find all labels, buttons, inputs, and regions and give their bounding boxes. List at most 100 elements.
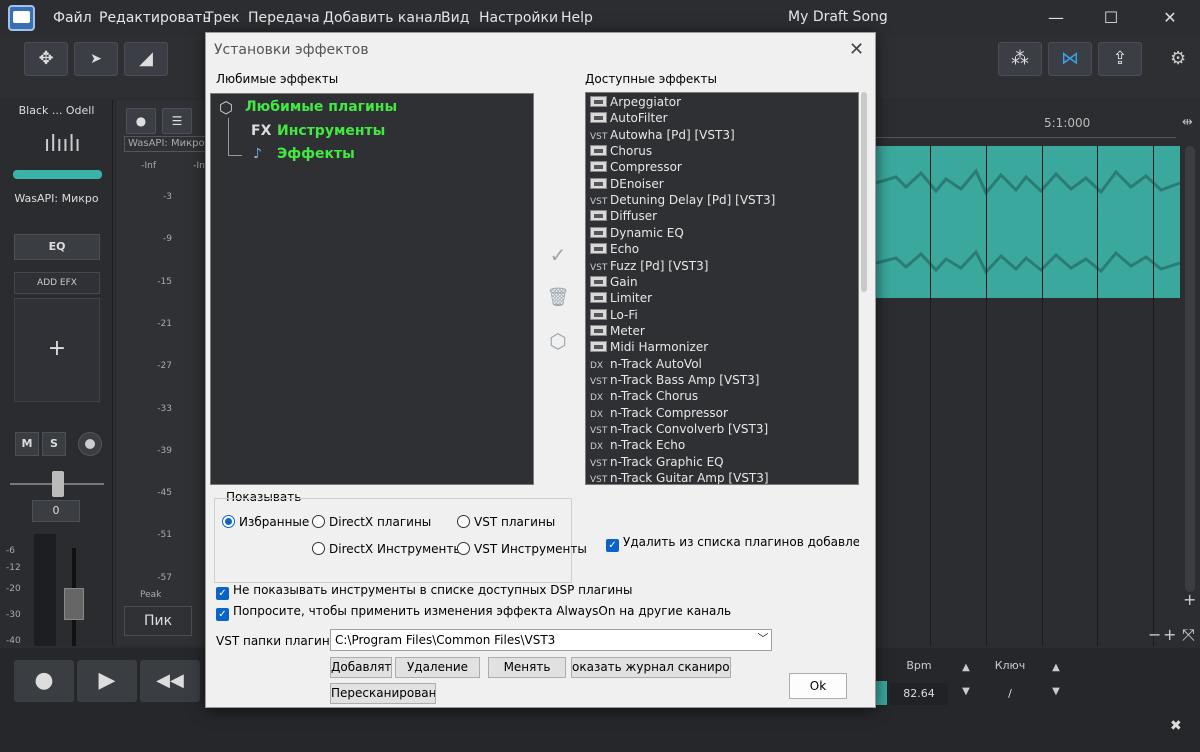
tree-root-favorites[interactable]: Любимые плагины bbox=[245, 99, 397, 115]
volume-fader-handle[interactable] bbox=[64, 588, 84, 620]
radio-dx-plugins[interactable]: DirectX плагины bbox=[312, 515, 431, 529]
move-tool-button[interactable]: ✥ bbox=[24, 42, 68, 76]
plugin-list-item[interactable]: Diffuser bbox=[590, 208, 852, 224]
plugin-list-item[interactable]: DX n-Track AutoVol bbox=[590, 356, 852, 372]
radio-vst-instruments[interactable]: VST Инструменты bbox=[457, 542, 587, 556]
pointer-tool-button[interactable]: ➤ bbox=[74, 42, 118, 76]
ask-alwayson-checkbox[interactable]: ✓ Попросите, чтобы применить изменения эф… bbox=[216, 604, 731, 621]
mixer-menu-button[interactable]: ☰ bbox=[162, 108, 192, 134]
menu-add-channel[interactable]: Добавить канал bbox=[323, 10, 442, 26]
record-button[interactable]: ● bbox=[14, 660, 74, 702]
radio-dx-instruments[interactable]: DirectX Инструменты bbox=[312, 542, 463, 556]
dialog-close-icon[interactable]: ✕ bbox=[849, 39, 864, 60]
trash-icon[interactable]: 🗑 bbox=[546, 287, 570, 308]
rescan-button[interactable]: Пересканирование bbox=[330, 683, 436, 704]
mixer-record-button[interactable]: ● bbox=[126, 108, 156, 134]
eq-button[interactable]: EQ bbox=[14, 234, 100, 260]
plugins-list-scrollbar[interactable] bbox=[861, 92, 867, 292]
change-button[interactable]: Менять bbox=[488, 657, 566, 678]
close-window-button[interactable]: ✕ bbox=[1158, 6, 1182, 30]
bpm-value[interactable]: 82.64 bbox=[890, 683, 948, 705]
zoom-in-vertical-icon[interactable]: + bbox=[1183, 590, 1196, 609]
plugin-list-item[interactable]: Chorus bbox=[590, 143, 852, 159]
vst-path-dropdown[interactable]: C:\Program Files\Common Files\VST3 bbox=[330, 629, 772, 651]
close-icon[interactable]: ✖ bbox=[1170, 718, 1182, 734]
plugin-list-item[interactable]: Compressor bbox=[590, 159, 852, 175]
plugin-list-item[interactable]: DEnoiser bbox=[590, 176, 852, 192]
tree-effects[interactable]: Эффекты bbox=[277, 146, 355, 162]
track-name[interactable]: Black ... Odell bbox=[0, 104, 113, 117]
record-arm-button[interactable] bbox=[78, 432, 102, 456]
add-effect-slot[interactable]: + bbox=[14, 298, 100, 402]
maximize-button[interactable]: ☐ bbox=[1099, 6, 1123, 30]
bpm-up-icon[interactable]: ▲ bbox=[955, 662, 977, 673]
solo-button[interactable]: S bbox=[42, 432, 66, 456]
radio-favorites[interactable]: Избранные bbox=[222, 515, 309, 529]
tree-instruments[interactable]: Инструменты bbox=[277, 123, 385, 139]
plugin-list-item[interactable]: AutoFilter bbox=[590, 110, 852, 126]
add-button[interactable]: Добавлять bbox=[330, 657, 392, 678]
hide-instruments-checkbox[interactable]: ✓ Не показывать инструменты в списке дост… bbox=[216, 583, 632, 600]
plugin-list-item[interactable]: Gain bbox=[590, 274, 852, 290]
menu-help[interactable]: Help bbox=[561, 10, 593, 26]
pan-slider-handle[interactable] bbox=[52, 471, 64, 497]
tuner-button[interactable]: ⁂ bbox=[998, 42, 1042, 76]
vertical-scrollbar[interactable] bbox=[1185, 146, 1195, 592]
plugin-list-item[interactable]: Lo-Fi bbox=[590, 307, 852, 323]
mute-button[interactable]: M bbox=[15, 432, 39, 456]
zoom-in-horizontal-icon[interactable]: + bbox=[1163, 625, 1176, 644]
show-scan-log-button[interactable]: оказать журнал сканировани bbox=[571, 657, 731, 678]
check-icon[interactable]: ✓ bbox=[546, 243, 570, 267]
menu-edit[interactable]: Редактировать bbox=[99, 10, 211, 26]
plugin-list-item[interactable]: VST n-Track Convolverb [VST3] bbox=[590, 421, 852, 437]
plugin-list-item[interactable]: Meter bbox=[590, 323, 852, 339]
radio-vst-plugins[interactable]: VST плагины bbox=[457, 515, 555, 529]
export-button[interactable]: ⇪ bbox=[1098, 42, 1142, 76]
menu-file[interactable]: Файл bbox=[53, 10, 92, 26]
minimize-button[interactable]: — bbox=[1044, 6, 1068, 30]
plugin-list-item[interactable]: VST Detuning Delay [Pd] [VST3] bbox=[590, 192, 852, 208]
favorites-tree[interactable]: ⬡ Любимые плагины FX Инструменты ♪ Эффек… bbox=[210, 93, 534, 485]
remove-button[interactable]: Удаление bbox=[395, 657, 480, 678]
box-icon[interactable]: ⬡ bbox=[546, 329, 570, 353]
key-up-icon[interactable]: ▲ bbox=[1045, 662, 1067, 673]
zoom-out-horizontal-icon[interactable]: − bbox=[1148, 625, 1161, 644]
plugin-list-item[interactable]: VST Autowha [Pd] [VST3] bbox=[590, 127, 852, 143]
menu-track[interactable]: Трек bbox=[205, 10, 240, 26]
rewind-button[interactable]: ◀◀ bbox=[140, 660, 200, 702]
plugin-list-item[interactable]: VST n-Track Bass Amp [VST3] bbox=[590, 372, 852, 388]
plugin-list-item[interactable]: DX n-Track Echo bbox=[590, 437, 852, 453]
plugin-list-item[interactable]: VST n-Track Graphic EQ bbox=[590, 454, 852, 470]
ok-button[interactable]: Ok bbox=[789, 673, 847, 699]
key-down-icon[interactable]: ▼ bbox=[1045, 686, 1067, 697]
chevron-down-icon[interactable]: ﹀ bbox=[754, 629, 772, 651]
track-input-label[interactable]: WasAPI: Микро bbox=[0, 192, 113, 205]
key-value[interactable]: / bbox=[982, 683, 1038, 705]
pan-value[interactable]: 0 bbox=[32, 500, 80, 522]
share-button[interactable]: ⋈ bbox=[1048, 42, 1092, 76]
peak-button[interactable]: Пик bbox=[124, 606, 192, 636]
plugin-list-item[interactable]: Dynamic EQ bbox=[590, 225, 852, 241]
menu-view[interactable]: Вид bbox=[441, 10, 469, 26]
gear-icon[interactable]: ⚙ bbox=[1170, 48, 1186, 69]
plugin-list-item[interactable]: Limiter bbox=[590, 290, 852, 306]
fit-all-icon[interactable]: ⤧ bbox=[1182, 625, 1195, 645]
timeline-ruler[interactable] bbox=[876, 108, 1176, 138]
menu-send[interactable]: Передача bbox=[248, 10, 320, 26]
mixer-input-select[interactable]: WasAPI: Микро bbox=[124, 136, 214, 152]
plugin-list-item[interactable]: DX n-Track Compressor bbox=[590, 405, 852, 421]
plugin-list-item[interactable]: DX n-Track Chorus bbox=[590, 388, 852, 404]
plugin-list-item[interactable]: VST Fuzz [Pd] [VST3] bbox=[590, 258, 852, 274]
plugin-list-item[interactable]: Arpeggiator bbox=[590, 94, 852, 110]
menu-settings[interactable]: Настройки bbox=[479, 10, 558, 26]
plugin-list-item[interactable]: VST n-Track Guitar Amp [VST3] bbox=[590, 470, 852, 484]
add-efx-button[interactable]: ADD EFX bbox=[14, 272, 100, 294]
fit-width-icon[interactable]: ⇹ bbox=[1182, 115, 1193, 130]
play-button[interactable]: ▶ bbox=[77, 660, 137, 702]
available-plugins-list[interactable]: Arpeggiator AutoFilter VST Autowha [Pd] [VS… bbox=[585, 92, 859, 485]
ramp-tool-button[interactable]: ◢ bbox=[124, 42, 168, 76]
remove-added-checkbox[interactable]: ✓ Удалить из списка плагинов добавлены в … bbox=[606, 535, 859, 552]
plugin-list-item[interactable]: Echo bbox=[590, 241, 852, 257]
bpm-down-icon[interactable]: ▼ bbox=[955, 686, 977, 697]
plugin-list-item[interactable]: Midi Harmonizer bbox=[590, 339, 852, 355]
